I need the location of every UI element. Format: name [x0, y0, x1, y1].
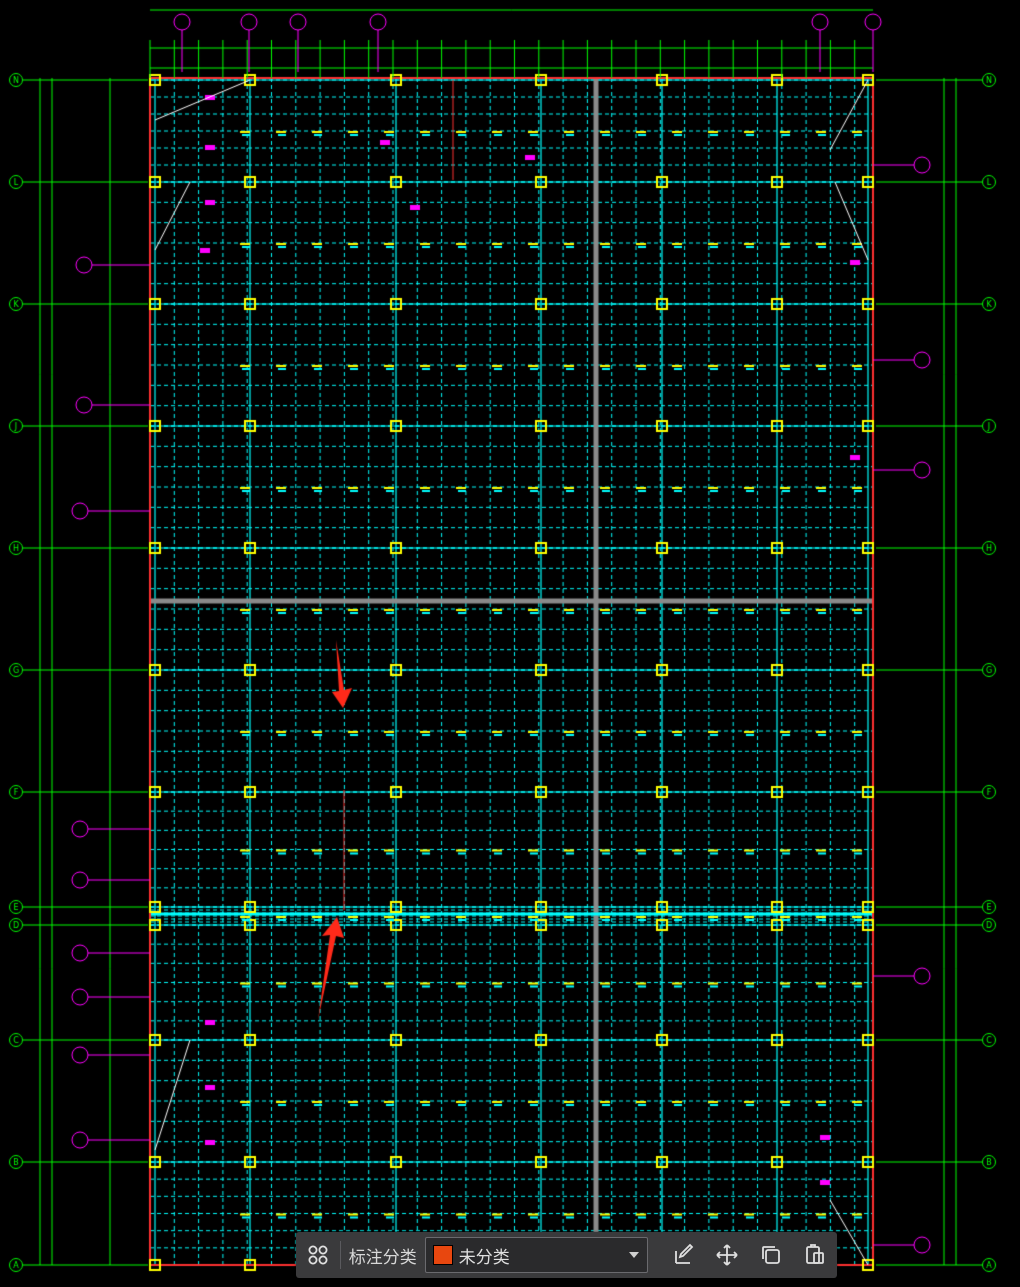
classify-label: 标注分类 [348, 1247, 417, 1268]
cad-drawing-canvas[interactable] [0, 0, 1020, 1287]
grid-four-icon[interactable] [296, 1232, 340, 1278]
edit-icon[interactable] [662, 1232, 706, 1278]
chevron-down-icon [628, 1252, 639, 1258]
move-icon[interactable] [706, 1232, 750, 1278]
category-color-swatch [432, 1245, 453, 1265]
annotation-toolbar: 标注分类 未分类 [296, 1232, 837, 1278]
category-dropdown[interactable]: 未分类 [424, 1237, 648, 1273]
toolbar-divider [339, 1241, 341, 1269]
paste-icon[interactable] [793, 1232, 837, 1278]
copy-icon[interactable] [749, 1232, 793, 1278]
category-value: 未分类 [458, 1247, 510, 1268]
